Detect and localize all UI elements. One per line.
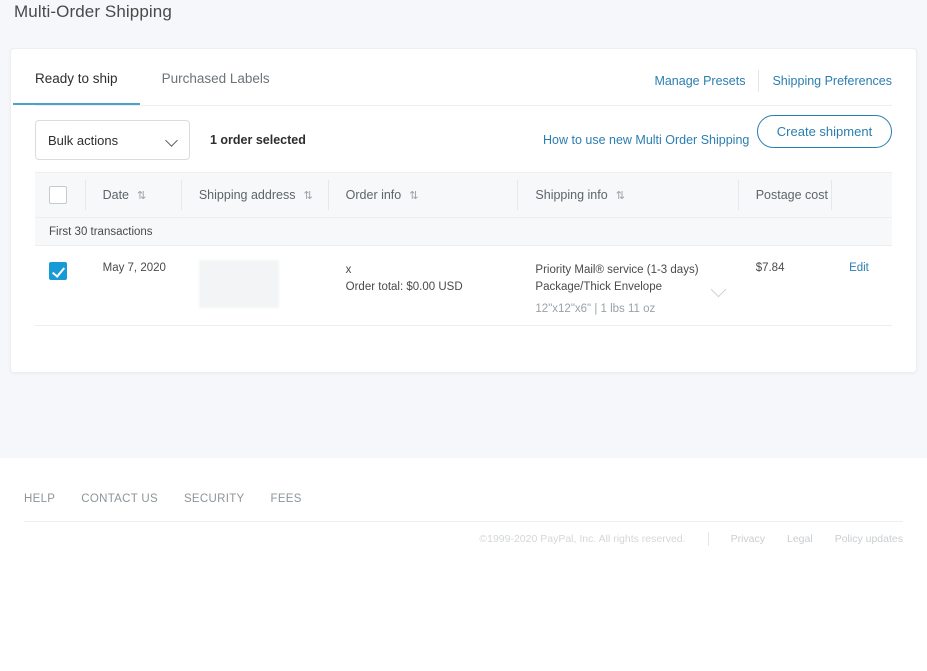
column-header-shipping-info-label: Shipping info — [535, 188, 608, 202]
order-total: Order total: $0.00 USD — [345, 281, 463, 293]
footer-legal-row: ©1999-2020 PayPal, Inc. All rights reser… — [479, 532, 903, 546]
header-links-divider — [758, 70, 760, 92]
shipping-package-type: Package/Thick Envelope — [535, 281, 662, 293]
bulk-actions-label: Bulk actions — [48, 132, 119, 148]
column-header-shipping-info[interactable]: Shipping info ⇅ — [517, 173, 737, 217]
order-date: May 7, 2020 — [102, 262, 166, 274]
transactions-group-label: First 30 transactions — [35, 218, 892, 246]
order-item-name: x — [345, 264, 352, 276]
tab-list: Ready to ship Purchased Labels — [13, 49, 314, 105]
legal-divider — [707, 532, 709, 546]
manage-presets-link[interactable]: Manage Presets — [654, 74, 745, 88]
table-header-row: Date ⇅ Shipping address ⇅ Order info ⇅ S… — [35, 172, 892, 218]
tab-ready-to-ship[interactable]: Ready to ship — [13, 49, 140, 105]
sort-icon[interactable]: ⇅ — [303, 189, 312, 202]
table-row: May 7, 2020 x Order total: $0.00 USD Pri… — [35, 246, 892, 326]
redacted-address-block — [198, 260, 279, 308]
how-to-use-link[interactable]: How to use new Multi Order Shipping — [543, 133, 749, 147]
column-header-postage-cost-label: Postage cost — [755, 188, 828, 202]
cell-actions: Edit — [831, 262, 892, 325]
column-header-actions — [831, 173, 892, 217]
tabs-row: Ready to ship Purchased Labels Manage Pr… — [13, 49, 892, 106]
column-header-shipping-address-label: Shipping address — [198, 188, 296, 202]
footer-link-privacy[interactable]: Privacy — [731, 533, 765, 545]
select-all-checkbox[interactable] — [49, 186, 67, 204]
bulk-actions-select[interactable]: Bulk actions — [35, 120, 190, 160]
shipping-dimensions-weight: 12"x12"x6" | 1 lbs 11 oz — [535, 303, 656, 315]
sort-icon[interactable]: ⇅ — [137, 189, 146, 202]
copyright-text: ©1999-2020 PayPal, Inc. All rights reser… — [479, 533, 686, 545]
page-footer: HELP CONTACT US SECURITY FEES ©1999-2020… — [0, 458, 927, 671]
postage-cost-value: $7.84 — [755, 262, 785, 274]
footer-link-fees[interactable]: FEES — [271, 493, 302, 505]
cell-shipping-info: Priority Mail® service (1-3 days) Packag… — [517, 262, 737, 325]
select-all-header — [35, 173, 85, 217]
row-select-checkbox[interactable] — [49, 262, 67, 280]
footer-link-contact-us[interactable]: CONTACT US — [81, 493, 158, 505]
column-header-date-label: Date — [102, 188, 130, 202]
shipping-service: Priority Mail® service (1-3 days) — [535, 264, 699, 276]
orders-table: Date ⇅ Shipping address ⇅ Order info ⇅ S… — [35, 172, 892, 326]
column-header-shipping-address[interactable]: Shipping address ⇅ — [180, 173, 328, 217]
page-title: Multi-Order Shipping — [14, 2, 172, 21]
footer-link-help[interactable]: HELP — [24, 493, 55, 505]
create-shipment-button[interactable]: Create shipment — [757, 115, 892, 148]
selected-count-label: 1 order selected — [210, 133, 306, 147]
footer-link-legal[interactable]: Legal — [787, 533, 813, 545]
edit-link[interactable]: Edit — [849, 262, 869, 274]
footer-divider — [24, 521, 903, 522]
cell-date: May 7, 2020 — [85, 262, 181, 325]
column-header-order-info-label: Order info — [345, 188, 402, 202]
row-select-cell — [35, 262, 85, 325]
header-links: Manage Presets Shipping Preferences — [654, 70, 892, 92]
column-header-date[interactable]: Date ⇅ — [84, 173, 181, 217]
action-bar: Bulk actions 1 order selected How to use… — [35, 106, 892, 172]
footer-link-security[interactable]: SECURITY — [184, 493, 245, 505]
column-header-postage-cost: Postage cost — [737, 173, 831, 217]
footer-link-policy-updates[interactable]: Policy updates — [835, 533, 903, 545]
chevron-down-icon — [165, 134, 178, 147]
tab-purchased-labels[interactable]: Purchased Labels — [162, 49, 270, 104]
sort-icon[interactable]: ⇅ — [409, 189, 418, 202]
cell-shipping-address — [181, 260, 328, 325]
sort-icon[interactable]: ⇅ — [616, 189, 625, 202]
cell-postage-cost: $7.84 — [738, 262, 831, 325]
shipping-preferences-link[interactable]: Shipping Preferences — [772, 74, 892, 88]
cell-order-info: x Order total: $0.00 USD — [328, 262, 518, 325]
multi-order-shipping-card: Ready to ship Purchased Labels Manage Pr… — [10, 48, 917, 373]
column-header-order-info[interactable]: Order info ⇅ — [327, 173, 518, 217]
footer-links: HELP CONTACT US SECURITY FEES — [24, 493, 328, 505]
